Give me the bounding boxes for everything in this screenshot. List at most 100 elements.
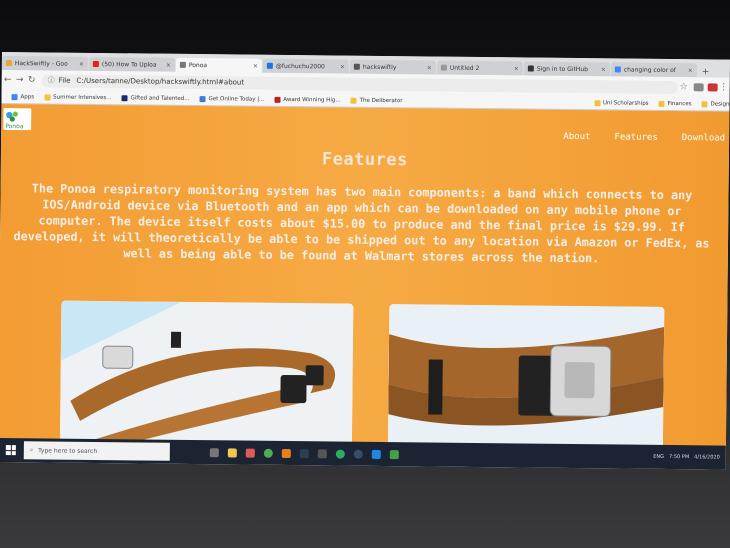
bookmark-label: The Deliberator (359, 97, 403, 104)
bookmark-icon (701, 100, 708, 107)
bookmark-icon (274, 96, 281, 103)
tray-lang[interactable]: ENG (653, 454, 664, 460)
bookmark-label: Design (710, 100, 730, 108)
browser-tab[interactable]: Untitled 2 × (436, 60, 523, 76)
site-nav: About Features Download (563, 132, 729, 144)
tab-label: Ponoa (188, 61, 208, 69)
bookmark-icon (11, 93, 18, 100)
bookmark-item[interactable]: Award Winning Hig... (274, 96, 341, 104)
tray-time[interactable]: 7:50 PM (669, 454, 689, 460)
nav-download[interactable]: Download (682, 133, 725, 143)
new-tab-button[interactable]: + (698, 67, 714, 77)
nav-about[interactable]: About (563, 132, 590, 142)
extension-icon[interactable] (693, 83, 704, 92)
browser-tab[interactable]: (50) How To Uploa × (88, 56, 175, 72)
browser-tab[interactable]: Ponoa × (175, 57, 262, 73)
steam-icon[interactable] (353, 449, 363, 459)
tab-label: changing color of (623, 66, 676, 74)
taskbar-search[interactable]: ⌕ Type here to search (23, 441, 170, 461)
tray-date[interactable]: 4/16/2020 (694, 454, 720, 460)
ponoa-logo[interactable]: Ponoa (3, 108, 32, 131)
file-explorer-icon[interactable] (227, 447, 237, 457)
bookmark-icon (658, 100, 665, 107)
tab-favicon-icon (614, 66, 621, 73)
tab-close-icon[interactable]: × (688, 67, 693, 74)
bookmark-label: Award Winning Hig... (283, 96, 341, 104)
app-icon[interactable] (299, 448, 309, 458)
tab-favicon-icon (92, 60, 99, 68)
webpage: Ponoa About Features Download Features T… (0, 103, 730, 447)
bookmark-item[interactable]: Summer Intensives... (44, 93, 112, 101)
bookmark-label: Summer Intensives... (53, 94, 112, 101)
bookmark-label: Finances (667, 100, 692, 107)
browser-tab[interactable]: HackSwiftly - Goo × (1, 55, 88, 71)
store-icon[interactable] (245, 448, 255, 458)
forward-icon[interactable]: → (14, 75, 26, 85)
tab-favicon-icon (179, 61, 186, 68)
tab-favicon-icon (353, 63, 360, 70)
system-tray: ENG 7:50 PM 4/16/2020 (648, 454, 720, 461)
screen: HackSwiftly - Goo × (50) How To Uploa × Pono… (0, 52, 730, 470)
app-icon[interactable] (317, 448, 327, 458)
browser-tab[interactable]: hackswiftly × (349, 59, 436, 75)
search-placeholder: Type here to search (38, 446, 98, 455)
tab-close-icon[interactable]: × (166, 61, 171, 68)
tab-close-icon[interactable]: × (79, 60, 84, 67)
bookmark-label: Uni Scholarships (602, 99, 649, 107)
chrome-icon[interactable] (263, 448, 273, 458)
info-icon[interactable]: ⓘ (48, 75, 55, 85)
url-text: C:/Users/tanne/Desktop/hackswiftly.html#… (76, 76, 245, 87)
tab-close-icon[interactable]: × (427, 64, 432, 71)
logo-text: Ponoa (5, 123, 24, 130)
app-icon[interactable] (389, 449, 399, 459)
bookmark-item[interactable]: Design (701, 100, 730, 108)
tab-label: HackSwiftly - Goo (14, 59, 68, 68)
band-render-image-2 (387, 304, 665, 447)
reload-icon[interactable]: ↻ (26, 75, 38, 85)
bookmark-icon (350, 97, 357, 104)
tab-close-icon[interactable]: × (514, 65, 519, 72)
bookmark-label: Get Online Today |... (208, 95, 265, 103)
app-icon[interactable] (371, 449, 381, 459)
bookmark-icon (44, 93, 51, 101)
task-view-icon[interactable] (209, 447, 219, 457)
bookmark-icon (593, 99, 601, 106)
band-render-image-1 (59, 300, 354, 447)
windows-start-icon[interactable] (5, 445, 16, 456)
browser-tab[interactable]: Sign in to GitHub × (523, 61, 610, 77)
extension-icon[interactable] (707, 83, 718, 92)
back-icon[interactable]: ← (2, 75, 14, 85)
search-icon: ⌕ (29, 446, 34, 454)
bookmark-item[interactable]: The Deliberator (350, 97, 403, 104)
tab-favicon-icon (266, 62, 273, 69)
app-icon[interactable] (335, 449, 345, 459)
menu-icon[interactable]: ⋮ (718, 82, 730, 93)
bookmark-item[interactable]: Get Online Today |... (199, 95, 265, 103)
tab-label: @fuchuchu2000 (275, 62, 325, 70)
bookmark-item[interactable]: Gifted and Talented... (121, 94, 190, 102)
tab-favicon-icon (527, 65, 534, 72)
page-title: Features (321, 149, 408, 171)
bookmark-item[interactable]: Finances (658, 100, 692, 107)
bookmark-icon (199, 95, 206, 102)
bookmark-icon (121, 94, 128, 101)
tab-favicon-icon (5, 60, 12, 67)
bookmark-label: Gifted and Talented... (130, 94, 190, 102)
browser-tab[interactable]: @fuchuchu2000 × (262, 58, 349, 74)
url-scheme: File (58, 76, 71, 85)
browser-tab[interactable]: changing color of × (610, 62, 697, 78)
bookmark-item[interactable]: Uni Scholarships (593, 99, 649, 107)
tab-label: hackswiftly (362, 63, 397, 71)
tab-label: Untitled 2 (449, 64, 480, 72)
app-icon[interactable] (281, 448, 291, 458)
bookmark-item[interactable]: Apps (11, 93, 35, 100)
star-icon[interactable]: ☆ (678, 82, 690, 92)
tab-label: (50) How To Uploa (101, 60, 157, 69)
tab-close-icon[interactable]: × (253, 62, 258, 69)
tab-label: Sign in to GitHub (536, 65, 588, 73)
tab-favicon-icon (440, 64, 447, 71)
tab-close-icon[interactable]: × (340, 63, 345, 70)
nav-features[interactable]: Features (614, 132, 657, 142)
features-paragraph: The Ponoa respiratory monitoring system … (13, 181, 710, 266)
tab-close-icon[interactable]: × (601, 66, 606, 73)
